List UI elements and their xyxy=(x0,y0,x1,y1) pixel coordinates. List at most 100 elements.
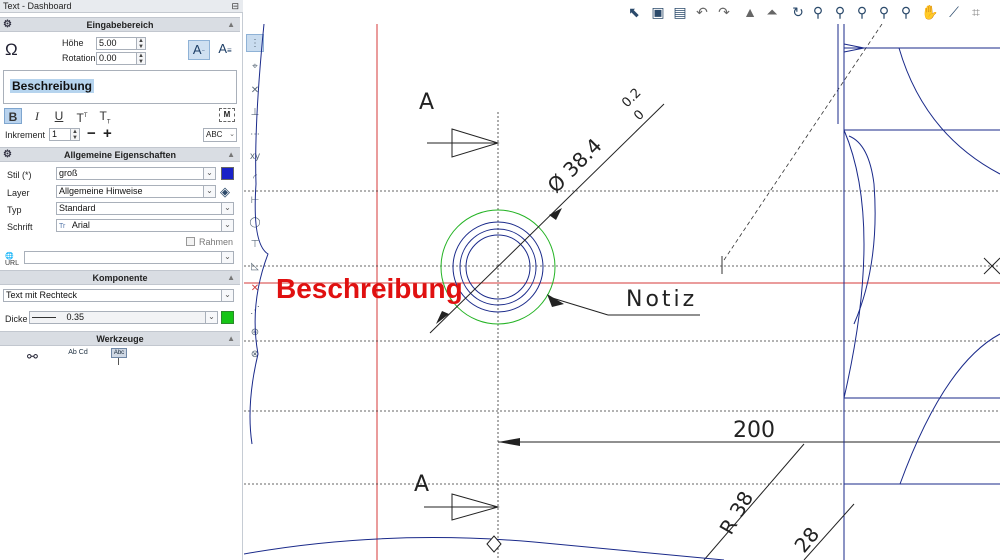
style-value: groß xyxy=(59,168,78,178)
chevron-down-icon: ⌄ xyxy=(229,131,235,138)
layer-select[interactable]: Allgemeine Hinweise ⌄ xyxy=(56,185,216,198)
zoom-window-icon[interactable]: ⚲ xyxy=(874,2,894,22)
cad-drawing[interactable]: A A Ø 38.4 0.2 0 Notiz Beschreibung 200 … xyxy=(244,24,1000,560)
increment-stepper[interactable]: ▲ ▼ xyxy=(71,128,80,141)
chevron-down-icon: ⌄ xyxy=(221,203,233,214)
save-all-icon[interactable]: ▤ xyxy=(670,2,690,22)
zoom-in-icon[interactable]: ⚲ xyxy=(852,2,872,22)
frame-label: Rahmen xyxy=(199,237,234,247)
abc-label: ABC xyxy=(206,130,223,139)
section-general-header[interactable]: ⚙ Allgemeine Eigenschaften ▲ xyxy=(0,147,240,162)
move-top-icon[interactable]: ⏶ xyxy=(762,2,782,22)
font-select[interactable]: Tr Arial ⌄ xyxy=(56,219,234,232)
section-title: Allgemeine Eigenschaften xyxy=(63,150,177,160)
increment-input[interactable]: 1 xyxy=(49,128,71,141)
measure-icon[interactable]: ⟋ xyxy=(944,2,964,22)
height-input[interactable]: 5.00 xyxy=(96,37,137,50)
superscript-button[interactable]: TT xyxy=(73,108,91,125)
chevron-down-icon: ⌄ xyxy=(203,168,215,179)
collapse-icon[interactable]: ▲ xyxy=(227,271,235,285)
radius-text: R 38 xyxy=(715,487,759,539)
decrement-button[interactable]: − xyxy=(87,125,96,142)
thickness-select[interactable]: 0.35 ⌄ xyxy=(29,311,218,324)
text-input-area[interactable]: Beschreibung xyxy=(3,70,237,104)
increment-button[interactable]: + xyxy=(103,125,112,142)
component-select[interactable]: Text mit Rechteck ⌄ xyxy=(3,289,234,302)
tolerance-upper: 0.2 xyxy=(619,86,644,111)
url-icon: 🌐 URL xyxy=(5,253,20,267)
abc-dropdown[interactable]: ABC ⌄ xyxy=(203,128,237,142)
gear-icon: ⚙ xyxy=(3,149,12,160)
zoom-all-icon[interactable]: ⚲ xyxy=(896,2,916,22)
section-tools-header[interactable]: Werkzeuge ▲ xyxy=(0,331,240,346)
omega-icon[interactable]: Ω xyxy=(5,40,18,60)
section-label-a-top: A xyxy=(419,90,434,115)
component-color-swatch[interactable] xyxy=(221,311,234,324)
abc-tool-label: Abc xyxy=(113,350,125,356)
main-red-text[interactable]: Beschreibung xyxy=(276,273,463,304)
drawing-canvas[interactable]: A A Ø 38.4 0.2 0 Notiz Beschreibung 200 … xyxy=(244,24,1000,560)
section-label-a-bottom: A xyxy=(414,472,429,497)
section-title: Eingabebereich xyxy=(86,20,154,30)
main-toolbar: ⬉ ▣ ▤ ↶ ↷ ▲ ⏶ ↻ ⚲ ⚲ ⚲ ⚲ ⚲ ✋ ⟋ ⌗ xyxy=(620,0,1000,24)
snap-settings-icon[interactable]: ⌗ xyxy=(966,2,986,22)
rotation-stepper[interactable]: ▲ ▼ xyxy=(137,52,146,65)
italic-button[interactable]: I xyxy=(28,108,46,124)
macro-button[interactable]: M xyxy=(219,108,235,122)
binoculars-icon[interactable]: ⚯ xyxy=(27,349,38,365)
text-dashboard-panel: Text - Dashboard ⊟ ⚙ Eingabebereich ▲ Ω … xyxy=(0,0,243,560)
pin-icon[interactable]: ⊟ xyxy=(231,0,239,13)
chevron-down-icon: ⌄ xyxy=(221,252,233,263)
abcd-tool-button[interactable]: Ab Cd xyxy=(68,349,88,366)
type-label: Typ xyxy=(7,205,22,215)
dim-200-text: 200 xyxy=(733,418,775,443)
url-input[interactable]: ⌄ xyxy=(24,251,234,264)
section-component-header[interactable]: Komponente ▲ xyxy=(0,270,240,285)
layers-icon[interactable]: ◈ xyxy=(220,184,230,200)
note-leader-line xyxy=(548,296,609,316)
save-icon[interactable]: ▣ xyxy=(648,2,668,22)
underline-button[interactable]: U xyxy=(50,108,68,124)
bold-button[interactable]: B xyxy=(4,108,22,124)
chevron-down-icon: ⌄ xyxy=(203,186,215,197)
type-select[interactable]: Standard ⌄ xyxy=(56,202,234,215)
subscript-label: T xyxy=(99,109,107,123)
lens-curve xyxy=(843,129,865,399)
abcd-label: Ab Cd xyxy=(68,349,88,356)
select-arrow-icon[interactable]: ⬉ xyxy=(624,2,644,22)
text-size-up-button[interactable]: A⁻ xyxy=(188,40,210,60)
height-stepper[interactable]: ▲ ▼ xyxy=(137,37,146,50)
collapse-icon[interactable]: ▲ xyxy=(227,332,235,346)
lens-inner-curve xyxy=(848,135,876,325)
text-input-value: Beschreibung xyxy=(10,79,95,93)
truetype-icon: Tr xyxy=(59,223,66,230)
style-color-swatch[interactable] xyxy=(221,167,234,180)
dim-200-arrow xyxy=(498,438,520,446)
chevron-down-icon: ⌄ xyxy=(221,220,233,231)
rotation-label: Rotation xyxy=(62,53,96,63)
note-text: Notiz xyxy=(626,287,697,312)
frame-checkbox[interactable] xyxy=(186,237,195,246)
font-label: Schrift xyxy=(7,222,33,232)
subscript-button[interactable]: TT xyxy=(96,108,114,125)
collapse-icon[interactable]: ▲ xyxy=(227,148,235,162)
collapse-icon[interactable]: ▲ xyxy=(227,18,235,32)
text-align-button[interactable]: A≡ xyxy=(214,40,236,60)
redo-icon[interactable]: ↷ xyxy=(714,2,734,22)
pan-hand-icon[interactable]: ✋ xyxy=(920,2,940,22)
font-value: Arial xyxy=(71,220,90,230)
style-select[interactable]: groß ⌄ xyxy=(56,167,216,180)
chevron-down-icon: ⌄ xyxy=(221,290,233,301)
abc-tool-stem xyxy=(118,358,119,365)
section-input-header[interactable]: ⚙ Eingabebereich ▲ xyxy=(0,17,240,32)
move-up-icon[interactable]: ▲ xyxy=(740,2,760,22)
abc-tool-button[interactable]: Abc xyxy=(111,348,127,358)
zoom-out-icon[interactable]: ⚲ xyxy=(830,2,850,22)
line-sample xyxy=(32,317,56,319)
undo-icon[interactable]: ↶ xyxy=(692,2,712,22)
rotation-input[interactable]: 0.00 xyxy=(96,52,137,65)
refresh-icon[interactable]: ↻ xyxy=(788,2,808,22)
bottom-curve xyxy=(244,537,725,560)
panel-title: Text - Dashboard xyxy=(3,1,72,11)
zoom-icon[interactable]: ⚲ xyxy=(808,2,828,22)
